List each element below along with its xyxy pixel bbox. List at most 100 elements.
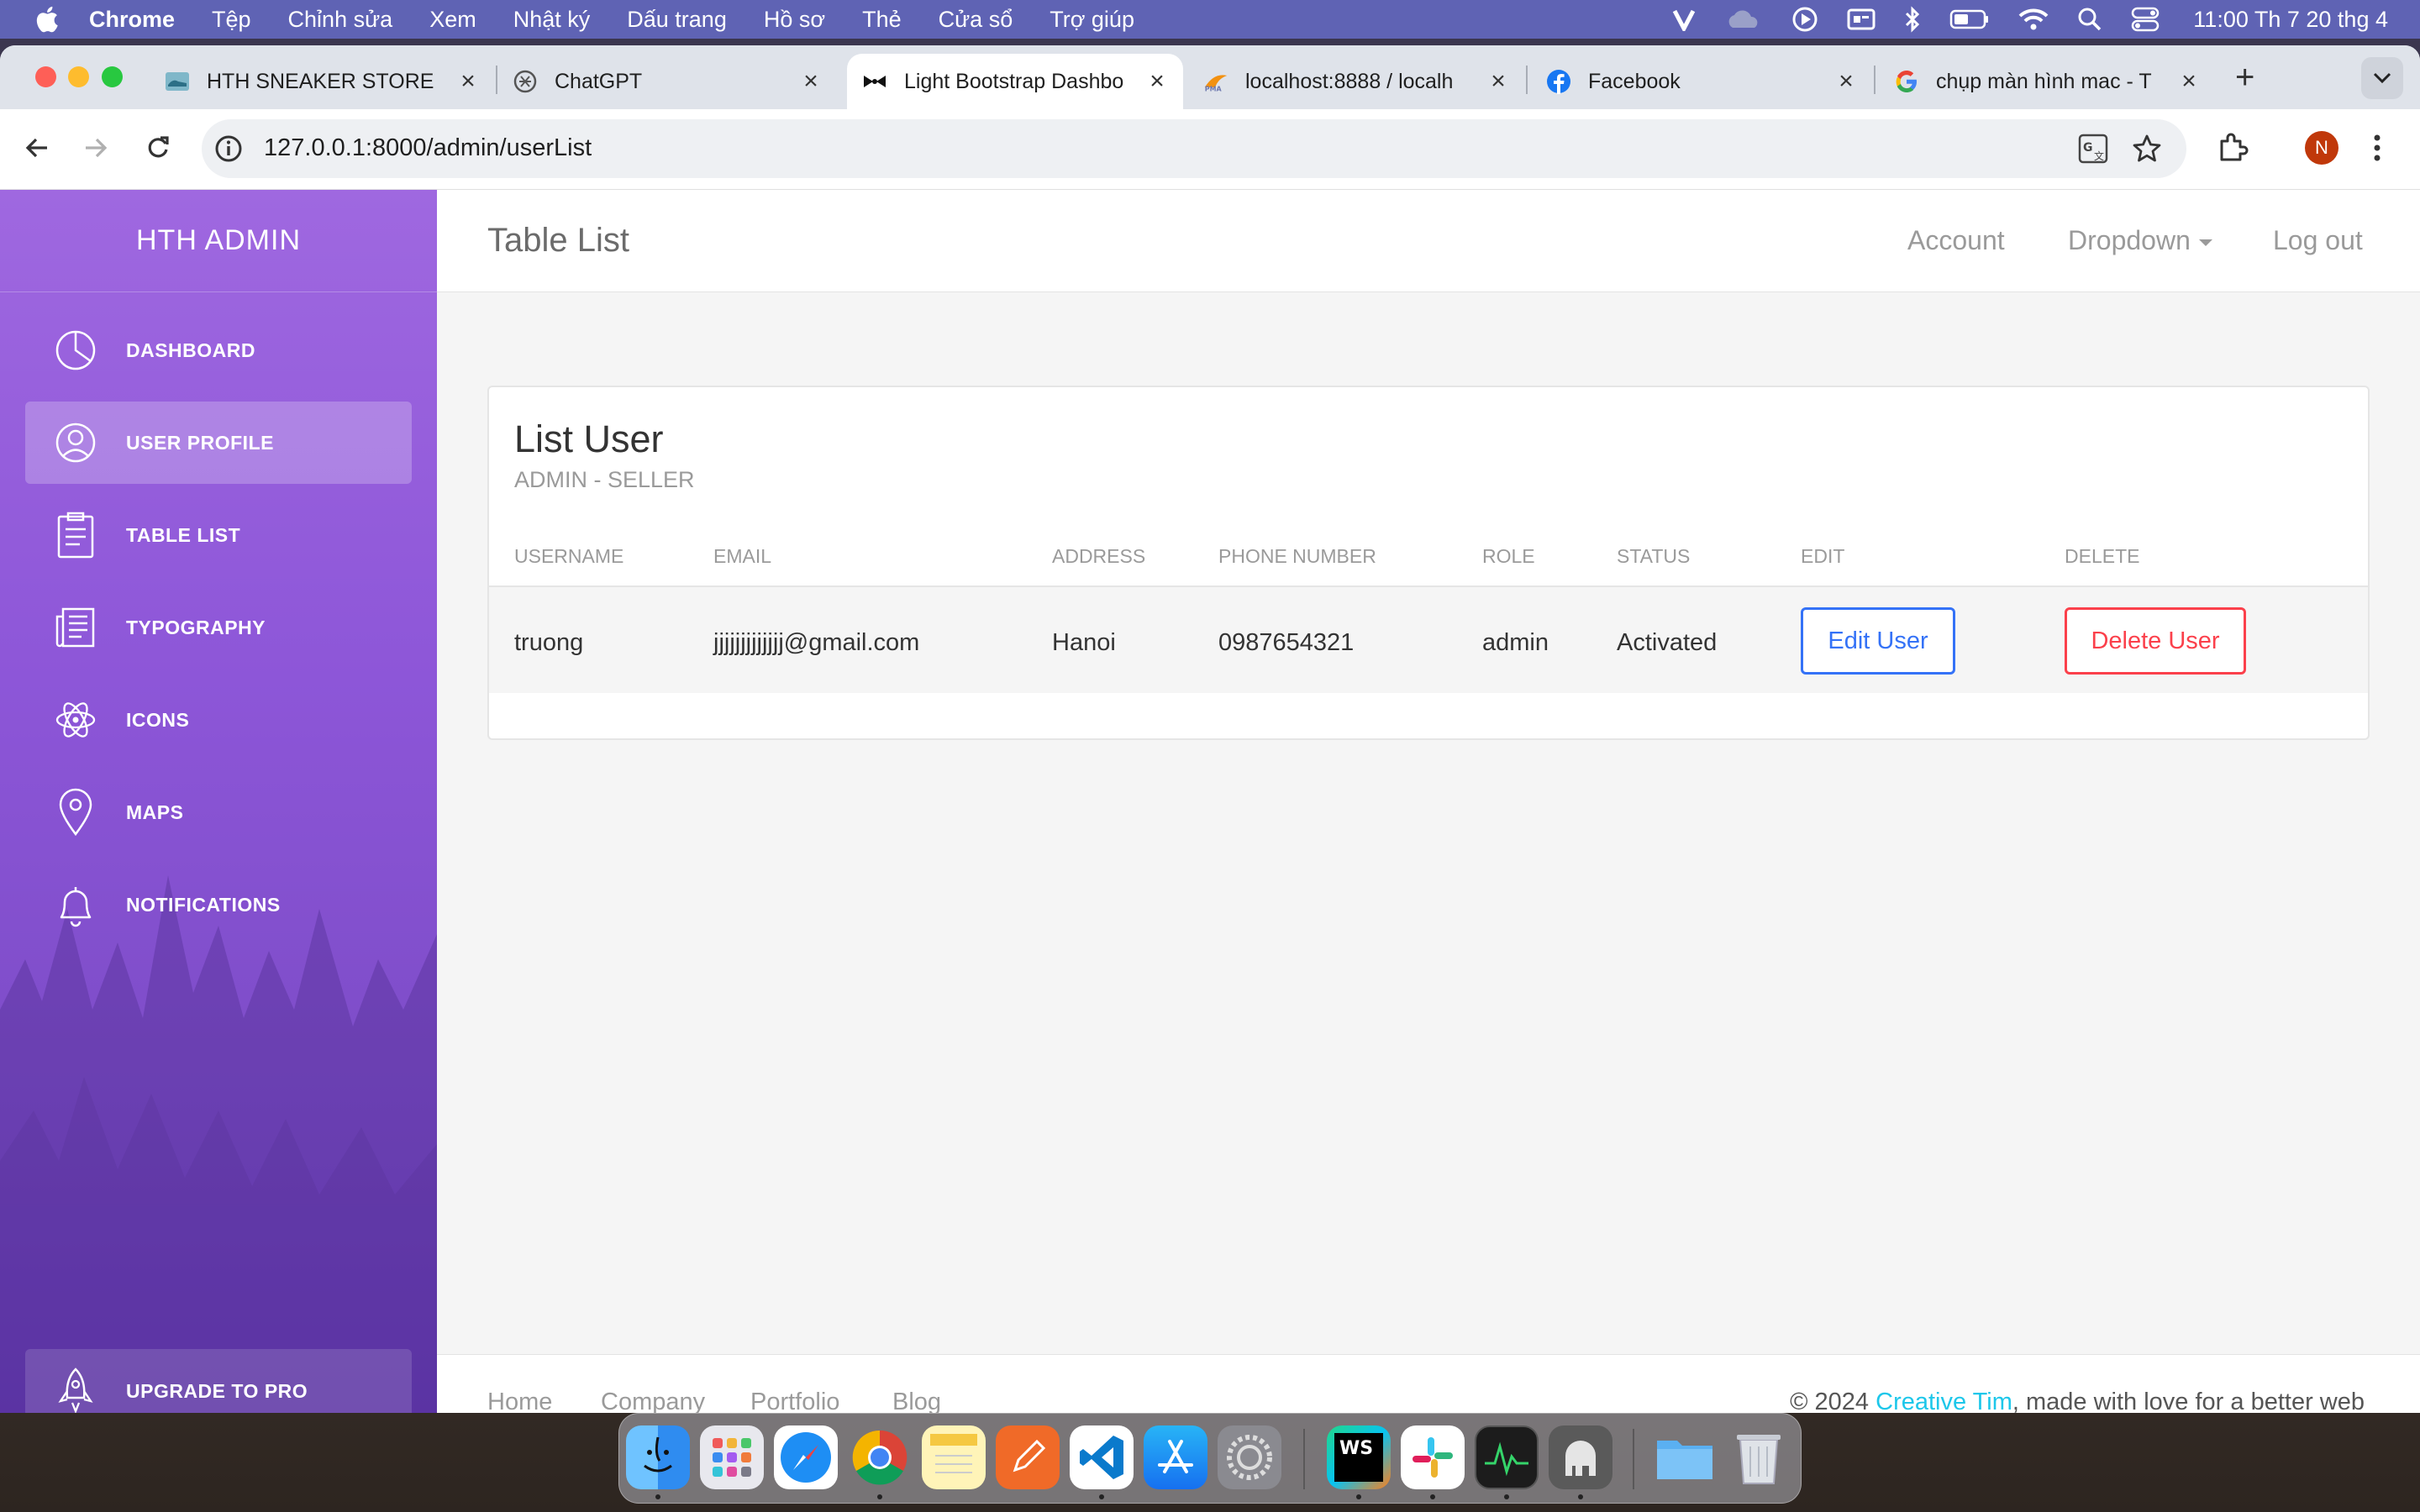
svg-text:G: G <box>2083 141 2093 155</box>
extensions-puzzle-icon[interactable] <box>2215 131 2249 165</box>
close-tab-icon[interactable]: × <box>1833 67 1859 96</box>
reload-button[interactable] <box>141 131 175 165</box>
forward-button[interactable] <box>79 131 113 165</box>
tab-facebook[interactable]: Facebook × <box>1546 54 1859 109</box>
facebook-favicon <box>1546 69 1571 94</box>
menu-bookmarks[interactable]: Dấu trang <box>627 7 727 33</box>
slack-icon[interactable] <box>1401 1425 1465 1489</box>
tab-hth-sneaker-store[interactable]: HTH SNEAKER STORE × <box>165 54 481 109</box>
footer-link-blog[interactable]: Blog <box>892 1389 941 1413</box>
menu-bar-status-area: 11:00 Th 7 20 thg 4 <box>1672 0 2388 39</box>
close-tab-icon[interactable]: × <box>2176 67 2202 96</box>
menu-tab[interactable]: Thẻ <box>862 7 902 33</box>
menu-help[interactable]: Trợ giúp <box>1050 7 1134 33</box>
window-close-button[interactable] <box>35 66 56 87</box>
sidebar-item-table-list[interactable]: TABLE LIST <box>25 494 412 576</box>
sidebar-item-label: TYPOGRAPHY <box>126 616 266 638</box>
profile-avatar[interactable]: N <box>2305 131 2338 165</box>
url-text[interactable]: 127.0.0.1:8000/admin/userList <box>264 134 592 162</box>
wifi-icon[interactable] <box>2018 8 2049 31</box>
footer-link-portfolio[interactable]: Portfolio <box>750 1389 839 1413</box>
cell-username: truong <box>514 629 584 656</box>
sidebar-item-icons[interactable]: ICONS <box>25 679 412 761</box>
logout-link[interactable]: Log out <box>2273 225 2363 256</box>
running-indicator <box>1099 1494 1104 1499</box>
menu-view[interactable]: Xem <box>429 7 476 33</box>
folder-icon[interactable] <box>1653 1425 1717 1489</box>
app-store-icon[interactable] <box>1144 1425 1207 1489</box>
vscode-icon[interactable] <box>1070 1425 1134 1489</box>
finder-icon[interactable] <box>626 1425 690 1489</box>
sidebar-item-dashboard[interactable]: DASHBOARD <box>25 309 412 391</box>
upgrade-to-pro-button[interactable]: UPGRADE TO PRO <box>25 1349 412 1413</box>
sidebar-brand[interactable]: HTH ADMIN <box>0 190 437 292</box>
tab-title: chụp màn hình mac - T <box>1936 69 2152 93</box>
close-tab-icon[interactable]: × <box>455 67 481 96</box>
running-indicator <box>1430 1494 1435 1499</box>
launchpad-icon[interactable] <box>700 1425 764 1489</box>
control-center-icon[interactable] <box>2131 7 2160 32</box>
window-maximize-button[interactable] <box>102 66 123 87</box>
sneaker-favicon <box>165 69 190 94</box>
sidebar-item-user-profile[interactable]: USER PROFILE <box>25 402 412 484</box>
delete-user-button[interactable]: Delete User <box>2065 607 2246 675</box>
dropdown-toggle[interactable]: Dropdown <box>2068 225 2212 256</box>
play-circle-icon[interactable] <box>1791 6 1818 33</box>
menu-file[interactable]: Tệp <box>212 7 251 33</box>
activity-monitor-icon[interactable] <box>1475 1425 1539 1489</box>
system-settings-icon[interactable] <box>1218 1425 1281 1489</box>
close-tab-icon[interactable]: × <box>1486 67 1511 96</box>
account-link[interactable]: Account <box>1907 225 2005 256</box>
tab-phpmyadmin[interactable]: PMA localhost:8888 / localh × <box>1203 54 1511 109</box>
creative-tim-link[interactable]: Creative Tim <box>1876 1389 2012 1413</box>
more-menu-icon[interactable] <box>2371 131 2383 165</box>
battery-icon[interactable] <box>1949 8 1990 30</box>
table-row: truong jjjjjjjjjjjjj@gmail.com Hanoi 098… <box>489 585 2368 693</box>
tab-google-search[interactable]: chụp màn hình mac - T × <box>1894 54 2202 109</box>
window-minimize-button[interactable] <box>68 66 89 87</box>
tab-chatgpt[interactable]: ChatGPT × <box>513 54 823 109</box>
search-icon[interactable] <box>2077 7 2102 32</box>
menu-edit[interactable]: Chỉnh sửa <box>288 7 393 33</box>
menu-window[interactable]: Cửa sổ <box>939 7 1013 33</box>
menu-profiles[interactable]: Hồ sơ <box>764 7 825 33</box>
menu-history[interactable]: Nhật ký <box>513 7 591 33</box>
page-title[interactable]: Table List <box>487 222 629 260</box>
tableplus-elephant-icon[interactable] <box>1549 1425 1612 1489</box>
column-header-username: USERNAME <box>514 545 624 567</box>
close-tab-icon[interactable]: × <box>1144 67 1170 96</box>
footer-link-company[interactable]: Company <box>601 1389 705 1413</box>
tab-search-button[interactable] <box>2361 57 2403 99</box>
new-tab-icon[interactable]: + <box>2235 59 2254 97</box>
atom-icon <box>50 695 101 745</box>
edit-user-button[interactable]: Edit User <box>1801 607 1955 675</box>
back-button[interactable] <box>20 131 54 165</box>
address-bar[interactable]: 127.0.0.1:8000/admin/userList G文 <box>202 119 2186 178</box>
sidebar-item-maps[interactable]: MAPS <box>25 771 412 853</box>
menu-bar-clock[interactable]: 11:00 Th 7 20 thg 4 <box>2193 7 2388 33</box>
cloud-icon[interactable] <box>1724 8 1763 31</box>
trash-icon[interactable] <box>1727 1425 1791 1489</box>
footer-link-home[interactable]: Home <box>487 1389 552 1413</box>
notes-icon[interactable] <box>922 1425 986 1489</box>
apple-logo-icon[interactable] <box>34 4 64 34</box>
translate-icon[interactable]: G文 <box>2077 133 2109 165</box>
running-indicator <box>877 1494 882 1499</box>
webstorm-icon[interactable]: WS <box>1327 1425 1391 1489</box>
display-icon[interactable] <box>1847 8 1876 31</box>
v-icon[interactable] <box>1672 8 1696 31</box>
menu-app-name[interactable]: Chrome <box>89 7 175 33</box>
bookmark-star-icon[interactable] <box>2131 133 2163 165</box>
site-info-icon[interactable] <box>213 134 244 164</box>
safari-icon[interactable] <box>774 1425 838 1489</box>
column-header-address: ADDRESS <box>1052 545 1146 567</box>
pencil-app-icon[interactable] <box>996 1425 1060 1489</box>
page-footer: Home Company Portfolio Blog © 2024 Creat… <box>437 1354 2420 1413</box>
sidebar-item-notifications[interactable]: NOTIFICATIONS <box>25 864 412 946</box>
sidebar-item-typography[interactable]: TYPOGRAPHY <box>25 586 412 669</box>
bluetooth-icon[interactable] <box>1904 6 1921 33</box>
chrome-icon[interactable] <box>848 1425 912 1489</box>
close-tab-icon[interactable]: × <box>798 67 823 96</box>
column-header-status: STATUS <box>1617 545 1691 567</box>
tab-light-bootstrap-dashboard[interactable]: Light Bootstrap Dashbo × <box>847 54 1183 109</box>
